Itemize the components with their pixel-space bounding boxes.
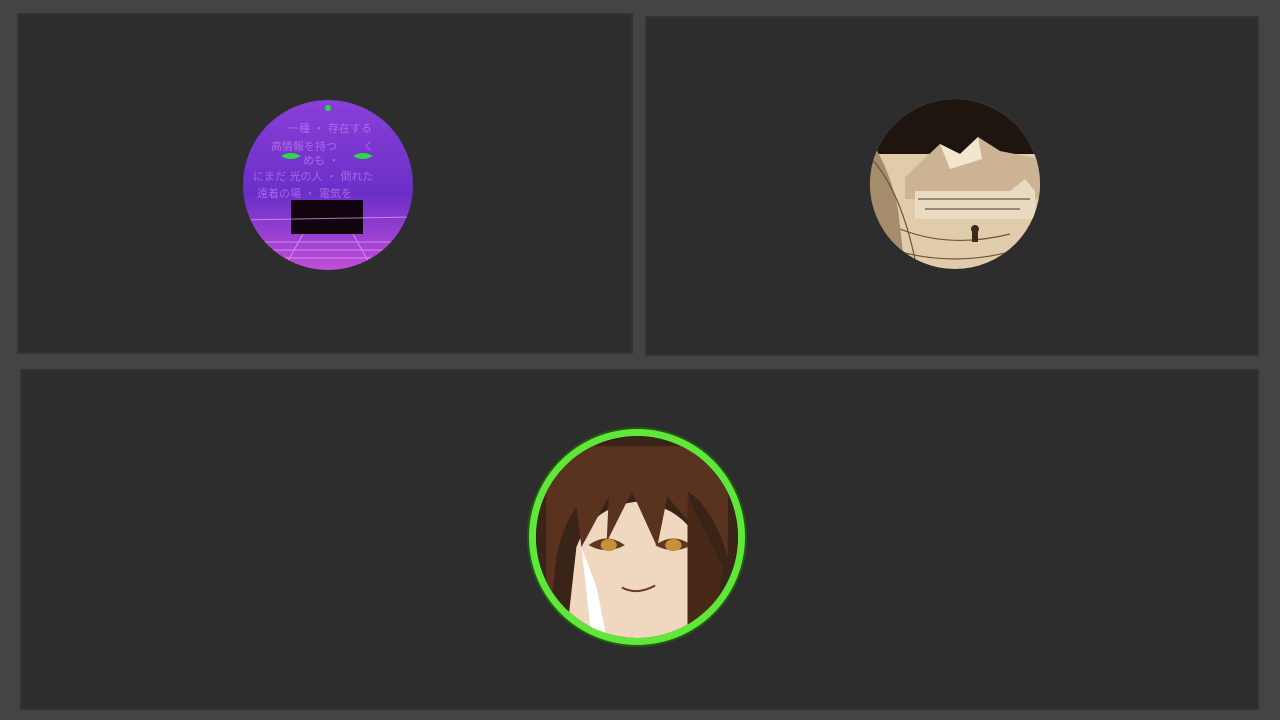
video-call-grid: 一種 ・ 存在する 高情報を持つ く めも ・ にまだ 光の人 ・ 倒れた 遠着… — [0, 0, 1280, 720]
svg-text:めも ・: めも ・ — [303, 154, 340, 167]
participant-avatar-2 — [870, 99, 1040, 269]
svg-text:く: く — [363, 140, 374, 153]
participant-avatar-1: 一種 ・ 存在する 高情報を持つ く めも ・ にまだ 光の人 ・ 倒れた 遠着… — [243, 100, 413, 270]
participant-tile-2[interactable] — [645, 16, 1259, 356]
svg-text:高情報を持つ: 高情報を持つ — [271, 139, 337, 153]
anime-girl-avatar-image — [536, 436, 738, 638]
svg-text:にまだ 光の人 ・ 倒れた: にまだ 光の人 ・ 倒れた — [253, 169, 374, 183]
vaporwave-face-avatar-image: 一種 ・ 存在する 高情報を持つ く めも ・ にまだ 光の人 ・ 倒れた 遠着… — [243, 100, 413, 270]
participant-tile-3[interactable] — [20, 369, 1259, 710]
svg-text:遠着の場 ・ 電気を: 遠着の場 ・ 電気を — [257, 186, 352, 200]
snowy-landscape-avatar-image — [870, 99, 1040, 269]
svg-text:一種 ・ 存在する: 一種 ・ 存在する — [288, 121, 372, 135]
participant-tile-1[interactable]: 一種 ・ 存在する 高情報を持つ く めも ・ にまだ 光の人 ・ 倒れた 遠着… — [17, 13, 633, 354]
participant-avatar-3 — [536, 436, 738, 638]
